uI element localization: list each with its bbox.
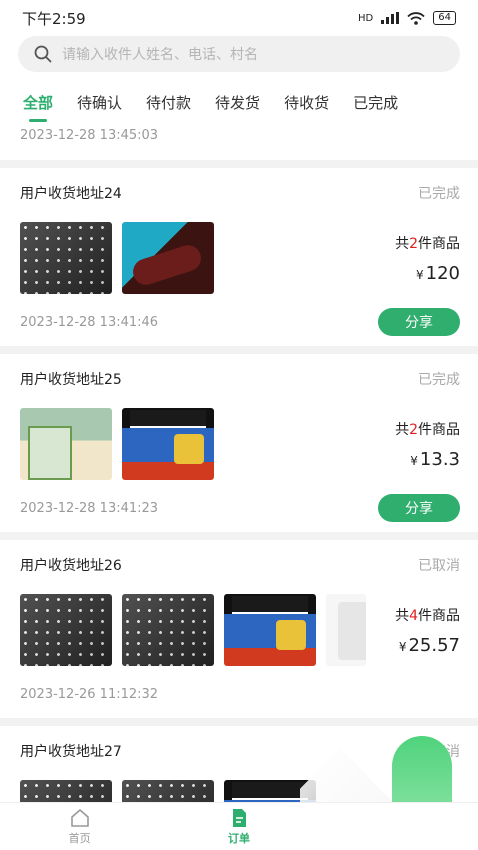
order-address: 用户收货地址25	[20, 372, 122, 388]
order-card[interactable]: 用户收货地址24 已完成 共2件商品 ¥120 2023-12-28 13:41…	[0, 168, 478, 346]
order-price: ¥120	[416, 262, 460, 284]
order-tabs: 全部 待确认 待付款 待发货 待收货 已完成	[0, 80, 478, 124]
nav-home[interactable]: 首页	[0, 803, 159, 850]
order-price: ¥13.3	[410, 448, 460, 470]
nav-placeholder	[319, 803, 478, 850]
product-thumbnail	[20, 594, 112, 666]
product-thumbnail	[122, 594, 214, 666]
order-status: 已取消	[418, 558, 460, 574]
home-icon	[70, 808, 89, 827]
battery-icon: 64	[433, 11, 456, 25]
item-count: 共2件商品	[395, 421, 460, 438]
order-status: 已完成	[418, 372, 460, 388]
nav-orders-label: 订单	[227, 831, 250, 845]
order-status: 已完成	[418, 186, 460, 202]
order-price: ¥25.57	[398, 634, 460, 656]
order-date: 2023-12-26 11:12:32	[20, 686, 159, 702]
product-thumbnail	[122, 222, 214, 294]
product-thumbnail	[122, 408, 214, 480]
order-icon	[232, 808, 246, 827]
product-thumbnail	[20, 222, 112, 294]
search-bar: 请输入收件人姓名、电话、村名	[0, 36, 478, 80]
order-address: 用户收货地址27	[20, 744, 122, 760]
tab-to-ship[interactable]: 待发货	[215, 92, 260, 113]
order-date: 2023-12-28 13:45:03	[0, 124, 478, 160]
nav-home-label: 首页	[68, 831, 91, 845]
signal-icon	[381, 12, 400, 24]
order-address: 用户收货地址26	[20, 558, 122, 574]
wifi-icon	[407, 11, 425, 25]
order-date: 2023-12-28 13:41:46	[20, 314, 159, 330]
search-input[interactable]: 请输入收件人姓名、电话、村名	[18, 36, 460, 72]
order-card[interactable]: 用户收货地址26 已取消 共4件商品 ¥25.57 2023-12-26 11:…	[0, 540, 478, 718]
search-placeholder: 请输入收件人姓名、电话、村名	[62, 47, 258, 63]
tab-completed[interactable]: 已完成	[353, 92, 398, 113]
tab-all[interactable]: 全部	[23, 92, 53, 122]
order-card[interactable]: 用户收货地址25 已完成 共2件商品 ¥13.3 2023-12-28 13:4…	[0, 354, 478, 532]
item-count: 共2件商品	[395, 235, 460, 252]
bottom-nav: 首页 订单	[0, 802, 478, 850]
network-badge: HD	[358, 12, 374, 24]
product-thumbnail	[326, 594, 366, 666]
nav-orders[interactable]: 订单	[159, 803, 318, 850]
item-count: 共4件商品	[395, 607, 460, 624]
share-button[interactable]: 分享	[378, 494, 460, 522]
share-button[interactable]: 分享	[378, 308, 460, 336]
order-address: 用户收货地址24	[20, 186, 122, 202]
product-thumbnail	[224, 594, 316, 666]
status-time: 下午2:59	[22, 9, 86, 28]
product-thumbnail	[20, 408, 112, 480]
search-icon	[34, 45, 52, 63]
tab-to-confirm[interactable]: 待确认	[77, 92, 122, 113]
status-bar: 下午2:59 HD 64	[0, 0, 478, 36]
order-date: 2023-12-28 13:41:23	[20, 500, 159, 516]
tab-to-receive[interactable]: 待收货	[284, 92, 329, 113]
tab-to-pay[interactable]: 待付款	[146, 92, 191, 113]
status-icons: HD 64	[358, 11, 456, 25]
